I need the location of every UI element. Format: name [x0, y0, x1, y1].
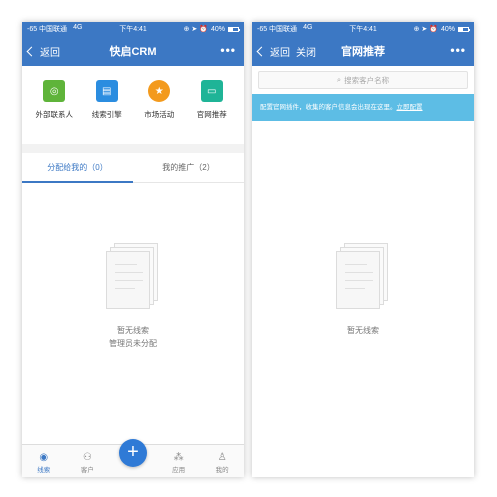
chevron-left-icon: [256, 46, 267, 56]
app-label: 外部联系人: [35, 110, 74, 119]
bottom-tab-label: 线索: [37, 467, 51, 474]
tab-assigned-to-me[interactable]: 分配给我的（0）: [22, 153, 133, 183]
configure-now-link[interactable]: 立即配置: [397, 104, 423, 111]
bottom-tab-customers[interactable]: ⚇ 客户: [72, 451, 102, 474]
more-button[interactable]: •••: [220, 44, 236, 56]
config-notice: 配置官网插件，收集的客户信息会出现在这里。立即配置: [252, 94, 474, 121]
apps-icon: ⁂: [173, 452, 184, 463]
bottom-tab-leads[interactable]: ◉ 线索: [29, 451, 59, 474]
status-icons: ⊕ ➤ ⏰: [183, 26, 208, 33]
empty-message: 暂无线索: [347, 326, 379, 335]
leads-icon: ◉: [39, 452, 49, 463]
battery-percent: 40%: [440, 25, 455, 33]
network-label: 4G: [73, 24, 83, 31]
document-search-icon: ▤: [95, 80, 118, 102]
close-button[interactable]: 关闭: [296, 44, 316, 59]
status-time: 下午4:41: [349, 26, 377, 33]
status-time: 下午4:41: [119, 26, 147, 33]
monitor-icon: ▭: [200, 80, 223, 102]
bottom-tab-label: 客户: [80, 467, 94, 474]
network-label: 4G: [303, 24, 313, 31]
search-placeholder: 搜索客户名称: [344, 75, 390, 85]
more-button[interactable]: •••: [450, 44, 466, 56]
bottom-tab-label: 应用: [172, 467, 186, 474]
wechat-icon: ◎: [43, 80, 66, 102]
search-bar: ⌕ 搜索客户名称: [252, 66, 474, 94]
empty-message: 暂无线索: [117, 326, 149, 335]
back-label: 返回: [270, 47, 290, 59]
status-bar: -65 中国联通 4G 下午4:41 ⊕ ➤ ⏰ 40%: [22, 22, 244, 36]
add-button[interactable]: +: [119, 439, 147, 467]
phone-crm-home: -65 中国联通 4G 下午4:41 ⊕ ➤ ⏰ 40% 返回 快启CRM ••…: [22, 22, 244, 477]
app-label: 线索引擎: [91, 110, 122, 119]
search-icon: ⌕: [336, 75, 342, 84]
back-label: 返回: [40, 47, 60, 59]
battery-icon: [227, 26, 240, 32]
search-input[interactable]: ⌕ 搜索客户名称: [258, 71, 468, 89]
app-lead-engine[interactable]: ▤ 线索引擎: [82, 80, 132, 144]
customers-icon: ⚇: [82, 452, 92, 463]
app-grid: ◎ 外部联系人 ▤ 线索引擎 ★ 市场活动 ▭ 官网推荐: [22, 66, 244, 144]
app-marketing-events[interactable]: ★ 市场活动: [134, 80, 184, 144]
empty-state: 暂无线索 管理员未分配: [22, 243, 244, 350]
app-external-contacts[interactable]: ◎ 外部联系人: [29, 80, 79, 144]
empty-documents-icon: [336, 243, 390, 313]
carrier-label: -65 中国联通: [257, 26, 298, 33]
status-bar: -65 中国联通 4G 下午4:41 ⊕ ➤ ⏰ 40%: [252, 22, 474, 36]
empty-documents-icon: [106, 243, 160, 313]
notice-text: 配置官网插件，收集的客户信息会出现在这里。: [260, 104, 397, 111]
app-label: 官网推荐: [196, 110, 227, 119]
phone-website-recommend: -65 中国联通 4G 下午4:41 ⊕ ➤ ⏰ 40% 返回 关闭 官网推荐 …: [252, 22, 474, 477]
app-website-recommend[interactable]: ▭ 官网推荐: [187, 80, 237, 144]
bottom-tab-profile[interactable]: ♙ 我的: [207, 451, 237, 474]
section-divider: [22, 144, 244, 153]
chevron-left-icon: [26, 46, 37, 56]
bottom-tab-apps[interactable]: ⁂ 应用: [164, 451, 194, 474]
tab-my-promotions[interactable]: 我的推广（2）: [133, 153, 244, 182]
empty-submessage: 管理员未分配: [109, 339, 157, 348]
battery-icon: [457, 26, 470, 32]
back-button[interactable]: 返回: [26, 44, 60, 59]
profile-icon: ♙: [217, 452, 227, 463]
status-icons: ⊕ ➤ ⏰: [413, 26, 438, 33]
carrier-label: -65 中国联通: [27, 26, 68, 33]
nav-bar: 返回 关闭 官网推荐 •••: [252, 36, 474, 66]
empty-state: 暂无线索: [252, 243, 474, 337]
bottom-tab-label: 我的: [215, 467, 229, 474]
battery-percent: 40%: [210, 25, 225, 33]
lead-tabs: 分配给我的（0） 我的推广（2）: [22, 153, 244, 183]
nav-bar: 返回 快启CRM •••: [22, 36, 244, 66]
screenshot-frame: -65 中国联通 4G 下午4:41 ⊕ ➤ ⏰ 40% 返回 快启CRM ••…: [0, 0, 497, 497]
app-label: 市场活动: [144, 110, 175, 119]
badge-icon: ★: [148, 80, 171, 102]
back-button[interactable]: 返回: [256, 44, 290, 59]
